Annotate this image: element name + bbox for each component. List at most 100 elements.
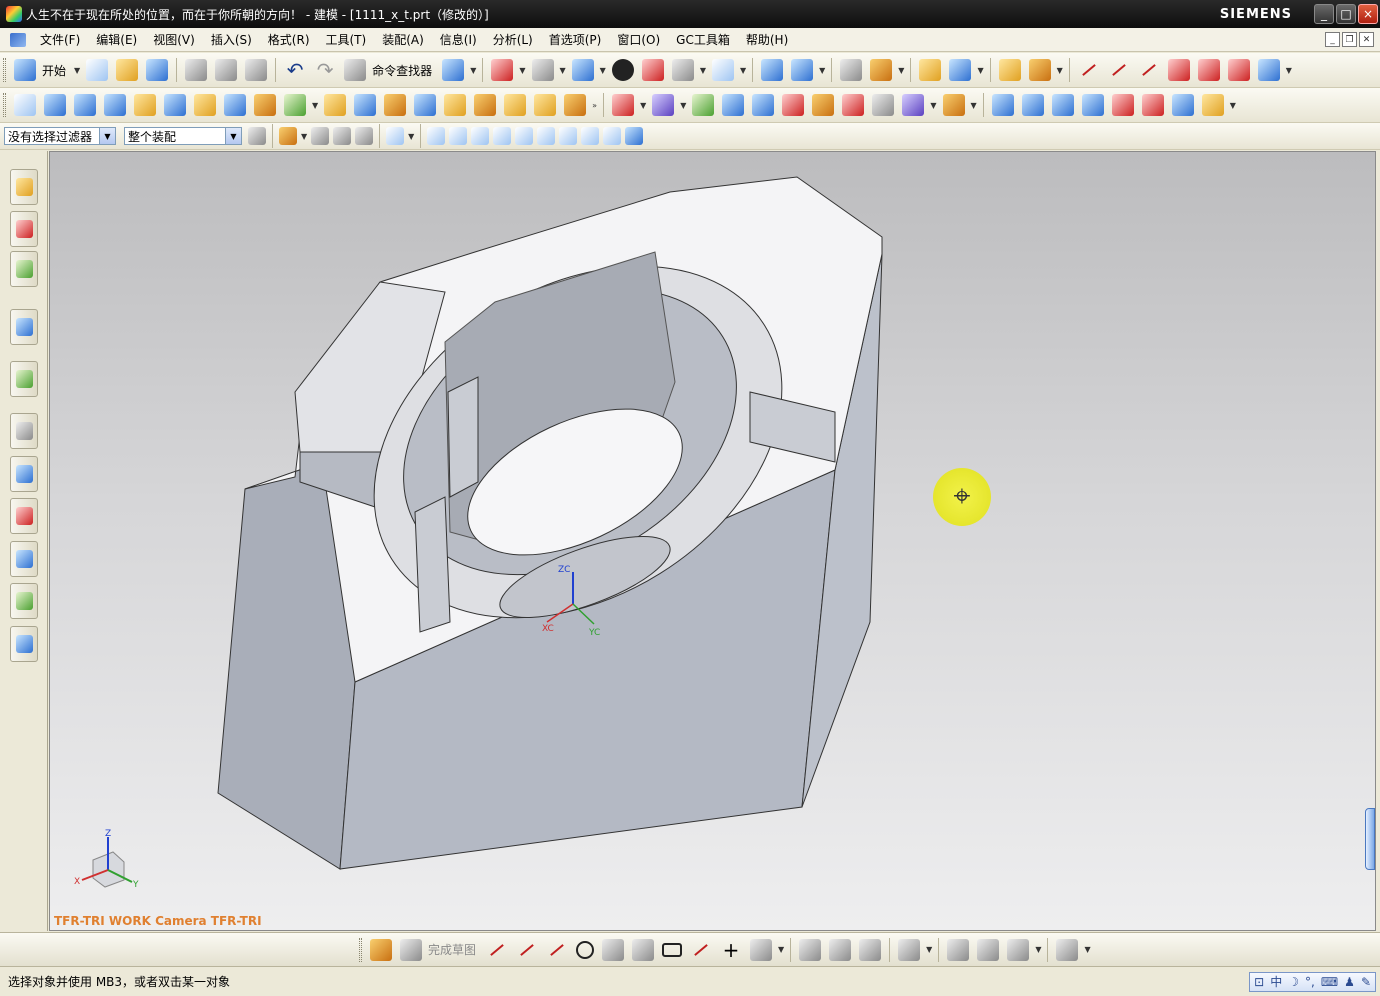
more-tools-icon[interactable]: » [592, 101, 597, 110]
offset-face-icon[interactable] [504, 94, 527, 116]
selection-scope-dropdown[interactable]: 整个装配 ▼ [124, 127, 242, 145]
mdi-close-button[interactable]: ✕ [1359, 32, 1374, 47]
sphere-icon[interactable] [164, 94, 186, 116]
unite-icon[interactable] [324, 94, 347, 116]
menu-edit[interactable]: 编辑(E) [88, 31, 145, 48]
open-folder-icon[interactable] [116, 59, 139, 81]
command-finder-icon[interactable] [344, 59, 367, 81]
dropdown-icon[interactable]: ▼ [1286, 66, 1292, 75]
arc-icon[interactable] [1108, 59, 1130, 81]
wcs-origin-icon[interactable] [761, 59, 784, 81]
dropdown-icon[interactable]: ▼ [640, 101, 646, 110]
menu-analysis[interactable]: 分析(L) [485, 31, 541, 48]
quick-extend-icon[interactable] [829, 938, 852, 961]
copy-face-icon[interactable] [812, 94, 835, 116]
general-selection-icon[interactable] [279, 127, 297, 145]
resource-tab-process-studio[interactable] [10, 456, 38, 492]
nx-app-icon[interactable] [6, 6, 22, 22]
make-corner-icon[interactable] [859, 938, 882, 961]
basic-curve-icon[interactable] [1167, 59, 1190, 81]
dropdown-icon[interactable]: ▼ [470, 66, 476, 75]
split-body-icon[interactable] [564, 94, 587, 116]
model-rib[interactable] [414, 496, 451, 633]
edge-display-icon[interactable] [641, 59, 664, 81]
ime-language-label[interactable]: 中 [1270, 973, 1282, 990]
sketch-task-icon[interactable] [370, 938, 392, 961]
menu-file[interactable]: 文件(F) [32, 31, 88, 48]
minimize-button[interactable]: _ [1314, 4, 1334, 24]
dropdown-icon[interactable]: ▼ [301, 132, 307, 141]
sew-icon[interactable] [1141, 94, 1164, 116]
background-icon[interactable] [671, 59, 694, 81]
resource-tab-hd3d-tools[interactable] [10, 626, 38, 662]
cylinder-icon[interactable] [134, 94, 156, 116]
mirror-face-icon[interactable] [872, 94, 895, 116]
type-filter-dropdown[interactable]: 没有选择过滤器 ▼ [4, 127, 116, 145]
move-object-icon[interactable] [870, 59, 893, 81]
render-style-icon[interactable] [611, 59, 634, 81]
sketch-spline-icon[interactable] [690, 939, 712, 961]
circle-icon[interactable] [576, 940, 595, 959]
snap-arc-center-icon[interactable] [515, 127, 534, 145]
offset-curve-icon[interactable] [1197, 59, 1220, 81]
rectangle-icon[interactable] [662, 942, 683, 957]
dropdown-icon[interactable]: ▼ [680, 101, 686, 110]
snap-bounded-grid-icon[interactable] [625, 127, 644, 145]
ime-toolbar[interactable]: ⊡ 中 ☽ °, ⌨ ♟ ✎ [1249, 971, 1376, 992]
ime-user-icon[interactable]: ♟ [1344, 975, 1355, 989]
orient-view-icon[interactable] [531, 59, 554, 81]
menu-format[interactable]: 格式(R) [260, 31, 318, 48]
ime-moon-icon[interactable]: ☽ [1288, 975, 1299, 989]
toolbar-grip[interactable] [3, 58, 6, 82]
toolbar-grip[interactable] [359, 937, 362, 962]
resource-tab-manufacturing-wizard[interactable] [10, 498, 38, 534]
sketch-arc-icon[interactable] [546, 939, 568, 961]
deselect-icon[interactable] [355, 127, 374, 145]
maximize-button[interactable]: □ [1336, 4, 1356, 24]
snap-intersection-icon[interactable] [493, 127, 512, 145]
selection-tool-icon[interactable] [442, 59, 465, 81]
boss-icon[interactable] [224, 94, 246, 116]
menu-tools[interactable]: 工具(T) [318, 31, 375, 48]
datum-plane-icon[interactable] [284, 94, 306, 116]
resource-tab-roles[interactable] [10, 541, 38, 577]
resource-tab-assembly-navigator[interactable] [10, 169, 38, 205]
toolbar-grip[interactable] [3, 93, 6, 117]
dropdown-icon[interactable]: ▼ [1035, 945, 1041, 954]
dropdown-icon[interactable]: ▼ [977, 66, 983, 75]
replace-face-icon[interactable] [692, 94, 715, 116]
menu-preferences[interactable]: 首选项(P) [541, 31, 610, 48]
dropdown-icon[interactable]: ▼ [819, 66, 825, 75]
menu-window[interactable]: 窗口(O) [609, 31, 668, 48]
dropdown-icon[interactable]: ▼ [700, 66, 706, 75]
undo-icon[interactable]: ↶ [284, 59, 306, 81]
snap-quadrant-icon[interactable] [537, 127, 556, 145]
snap-existing-point-icon[interactable] [559, 127, 578, 145]
menu-view[interactable]: 视图(V) [145, 31, 203, 48]
sketch-line-icon[interactable] [516, 939, 538, 961]
shaded-cube-icon[interactable] [571, 59, 594, 81]
resize-face-icon[interactable] [752, 94, 775, 116]
copy-icon[interactable] [215, 59, 238, 81]
dropdown-icon[interactable]: ▼ [560, 66, 566, 75]
extrude-icon[interactable] [44, 94, 66, 116]
layer-icon[interactable] [840, 59, 863, 81]
rectangle-select-icon[interactable] [386, 127, 405, 145]
menu-insert[interactable]: 插入(S) [203, 31, 260, 48]
resource-tab-reuse-library[interactable] [10, 251, 38, 287]
sketch-point-icon[interactable]: + [720, 939, 742, 961]
point-constructor-icon[interactable] [949, 59, 972, 81]
paste-icon[interactable] [245, 59, 268, 81]
snap-endpoint-icon[interactable] [427, 127, 446, 145]
dropdown-icon[interactable]: ▼ [930, 101, 936, 110]
mdi-restore-button[interactable]: ❐ [1342, 32, 1357, 47]
subtract-icon[interactable] [354, 94, 377, 116]
trim-sheet-icon[interactable] [1171, 94, 1194, 116]
delete-face-icon[interactable] [782, 94, 805, 116]
dropdown-icon[interactable]: ▼ [1084, 945, 1090, 954]
snap-point-on-curve-icon[interactable] [581, 127, 600, 145]
resource-tab-web-browser[interactable] [10, 309, 38, 345]
menu-assemblies[interactable]: 装配(A) [374, 31, 432, 48]
dropdown-icon[interactable]: ▼ [740, 66, 746, 75]
edge-blend-icon[interactable] [384, 94, 407, 116]
